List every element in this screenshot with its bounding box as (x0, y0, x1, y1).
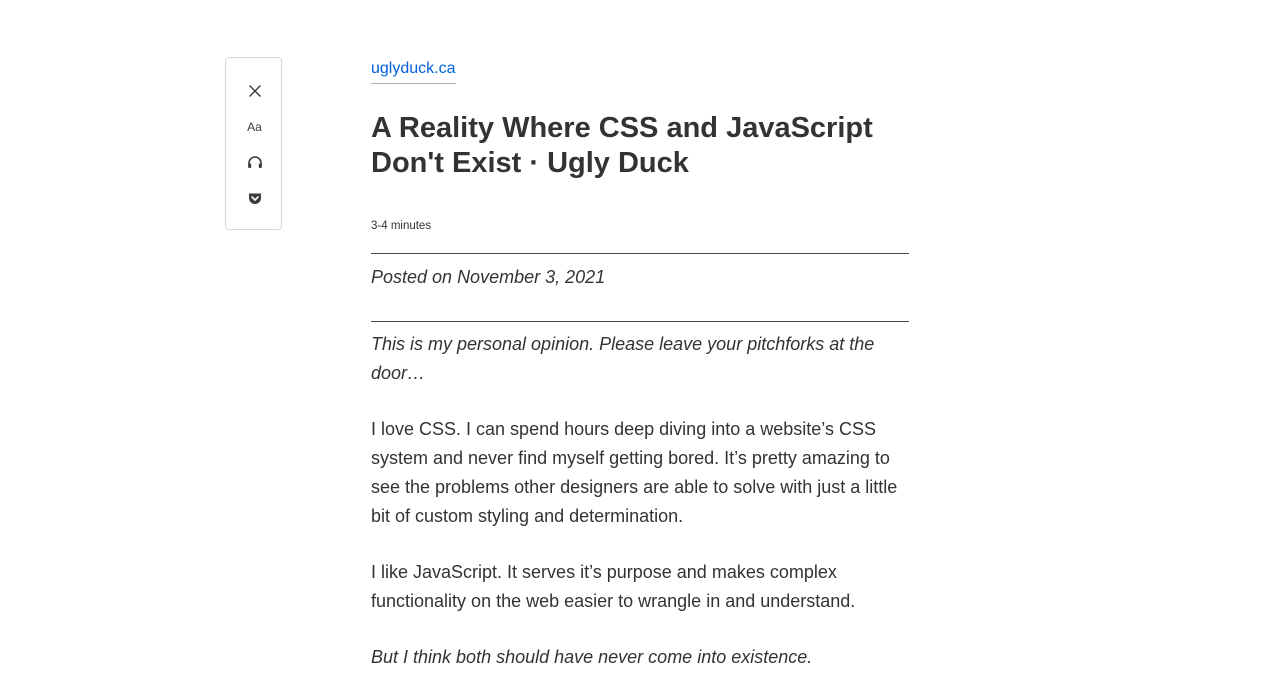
posted-date: Posted on November 3, 2021 (371, 267, 606, 287)
article-paragraph: I love CSS. I can spend hours deep divin… (371, 419, 898, 526)
reading-time: 3-4 minutes (371, 220, 432, 232)
article-title-line-2: Don't Exist · Ugly Duck (371, 147, 689, 179)
reader-article: uglyduck.ca A Reality Where CSS and Java… (371, 58, 909, 672)
save-to-pocket-button[interactable] (226, 184, 283, 212)
close-reader-button[interactable] (226, 77, 283, 105)
type-controls-button[interactable]: Aa (226, 113, 283, 141)
close-icon (248, 85, 261, 97)
pocket-icon (248, 193, 261, 204)
article-title: A Reality Where CSS and JavaScript Don't… (371, 111, 909, 181)
divider (371, 253, 909, 254)
article-paragraph: This is my personal opinion. Please leav… (371, 334, 875, 383)
headphones-icon (247, 156, 262, 168)
reader-toolbar: Aa (225, 57, 282, 230)
type-controls-label: Aa (247, 120, 262, 134)
divider (371, 321, 909, 322)
article-title-line-1: A Reality Where CSS and JavaScript (371, 112, 873, 144)
article-paragraph: But I think both should have never come … (371, 647, 813, 667)
listen-button[interactable] (226, 148, 283, 176)
article-paragraph: I like JavaScript. It serves it’s purpos… (371, 562, 856, 611)
source-domain-link[interactable]: uglyduck.ca (371, 58, 456, 84)
